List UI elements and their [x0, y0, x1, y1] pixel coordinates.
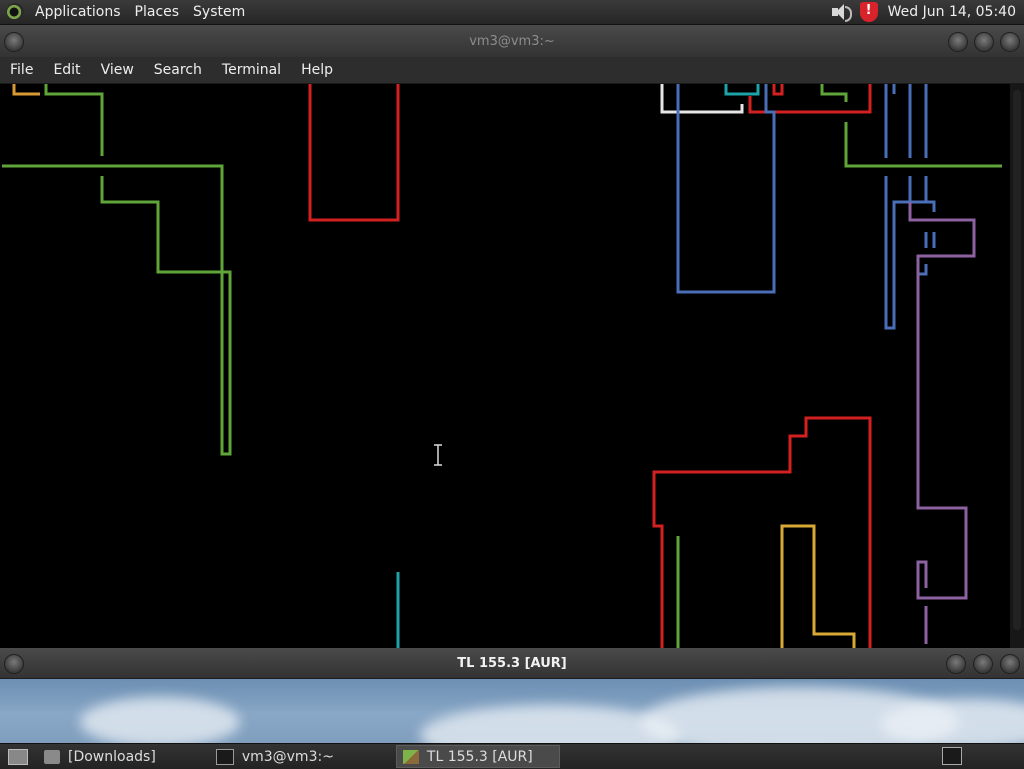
- pipe-green: [2, 164, 232, 456]
- show-desktop-icon[interactable]: [8, 748, 28, 765]
- menu-view[interactable]: View: [91, 62, 144, 78]
- minimize-button[interactable]: [946, 654, 966, 674]
- task-label: TL 155.3 [AUR]: [426, 748, 533, 765]
- pipe-green: [844, 122, 1002, 168]
- pipe-green: [44, 84, 104, 156]
- close-button[interactable]: [1000, 32, 1020, 52]
- minimize-button[interactable]: [948, 32, 968, 52]
- speaker-icon[interactable]: [830, 3, 852, 22]
- cube-icon: [402, 749, 419, 764]
- pipe-red: [308, 84, 400, 222]
- system-menu[interactable]: System: [186, 0, 252, 24]
- close-button[interactable]: [1000, 654, 1020, 674]
- pipe-white: [660, 84, 744, 114]
- maximize-button[interactable]: [974, 32, 994, 52]
- pipe-red: [652, 416, 872, 648]
- window-menu-button[interactable]: [4, 32, 24, 52]
- pipe-green: [100, 176, 218, 274]
- tl-window-titlebar[interactable]: TL 155.3 [AUR]: [0, 648, 1024, 679]
- window-menu-button[interactable]: [4, 654, 24, 674]
- pipe-red: [748, 84, 872, 114]
- window-title: vm3@vm3:~: [469, 33, 555, 49]
- task-tl-window[interactable]: TL 155.3 [AUR]: [395, 745, 560, 768]
- pipe-teal: [724, 84, 760, 96]
- places-menu[interactable]: Places: [128, 0, 187, 24]
- panel-menu: Applications Places System: [28, 0, 252, 24]
- window-title: TL 155.3 [AUR]: [457, 655, 567, 671]
- pipe-blue: [676, 84, 776, 294]
- clock[interactable]: Wed Jun 14, 05:40: [878, 4, 1024, 20]
- menu-help[interactable]: Help: [291, 62, 343, 78]
- task-downloads[interactable]: [Downloads]: [38, 746, 166, 767]
- maximize-button[interactable]: [973, 654, 993, 674]
- terminal-titlebar[interactable]: vm3@vm3:~: [0, 25, 1024, 58]
- task-label: vm3@vm3:~: [241, 748, 334, 765]
- bottom-taskbar: [Downloads] vm3@vm3:~ TL 155.3 [AUR]: [0, 743, 1024, 769]
- system-tray: Wed Jun 14, 05:40: [830, 0, 1024, 24]
- shield-icon[interactable]: [859, 2, 878, 22]
- terminal-icon: [215, 748, 234, 765]
- pipes-animation: [2, 84, 1002, 648]
- task-label: [Downloads]: [68, 748, 156, 765]
- scrollbar-thumb[interactable]: [1013, 90, 1021, 630]
- menu-file[interactable]: File: [0, 62, 43, 78]
- workspace-switcher-icon[interactable]: [942, 747, 962, 765]
- pipe-green: [820, 84, 848, 102]
- menu-terminal[interactable]: Terminal: [212, 62, 291, 78]
- text-cursor-icon: [434, 444, 442, 466]
- terminal-area[interactable]: [0, 84, 1024, 648]
- pipe-orange: [12, 84, 40, 96]
- terminal-menubar: File Edit View Search Terminal Help: [0, 57, 1024, 84]
- pipe-red: [772, 84, 784, 96]
- folder-icon: [44, 749, 60, 764]
- terminal-scrollbar[interactable]: [1010, 84, 1024, 648]
- top-panel: Applications Places System Wed Jun 14, 0…: [0, 0, 1024, 25]
- pipe-purple: [908, 202, 976, 600]
- pipe-yellow: [780, 524, 856, 648]
- task-terminal[interactable]: vm3@vm3:~: [210, 746, 344, 767]
- applications-menu[interactable]: Applications: [28, 0, 128, 24]
- window-content-sky: [0, 679, 1024, 743]
- distro-logo-icon[interactable]: [6, 3, 24, 21]
- menu-search[interactable]: Search: [144, 62, 212, 78]
- menu-edit[interactable]: Edit: [43, 62, 90, 78]
